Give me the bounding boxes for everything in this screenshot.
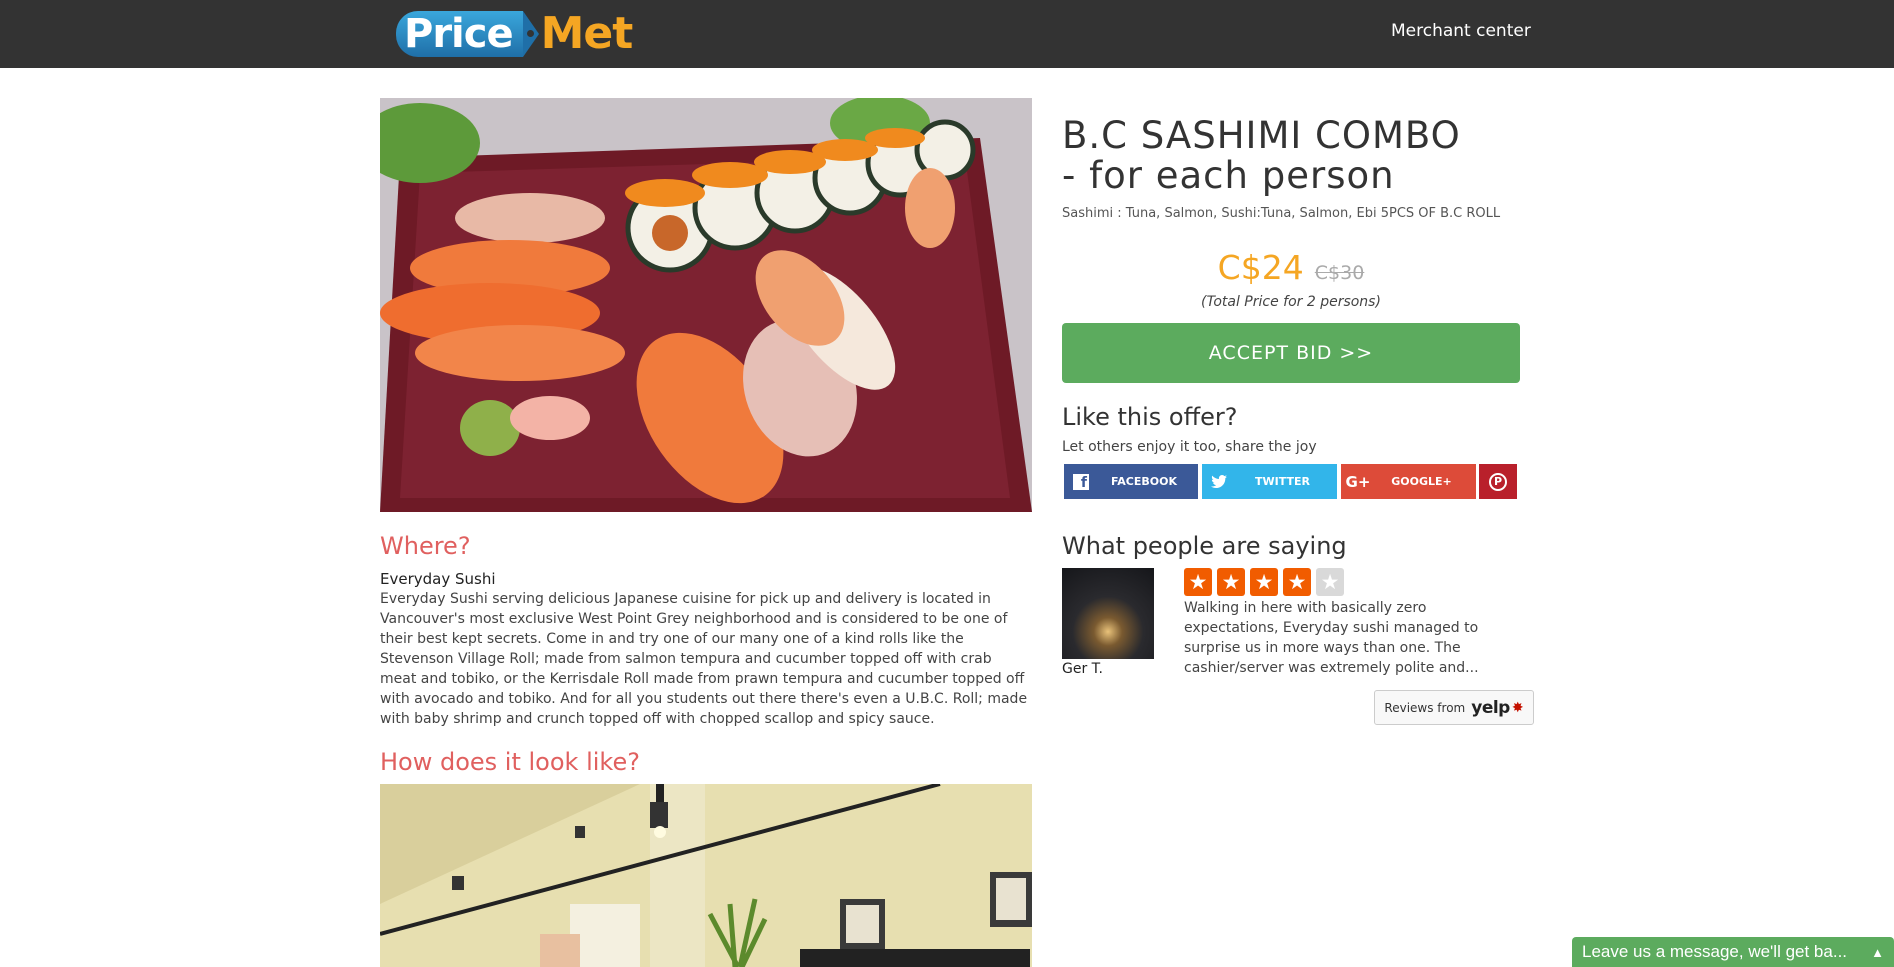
star-icon: ★ (1316, 568, 1344, 596)
price-row: C$24 C$30 (1062, 248, 1520, 287)
chat-widget-bar[interactable]: Leave us a message, we'll get ba... ▲ (1572, 937, 1894, 967)
price-note: (Total Price for 2 persons) (1201, 294, 1381, 310)
merchant-center-link[interactable]: Merchant center (1391, 21, 1531, 41)
star-icon: ★ (1217, 568, 1245, 596)
business-name: Everyday Sushi (380, 570, 496, 588)
review-text: Walking in here with basically zero expe… (1184, 600, 1479, 676)
price-original: C$30 (1314, 262, 1365, 284)
logo-met-text: Met (540, 8, 634, 59)
reviewer-name: Ger T. (1062, 661, 1104, 677)
where-heading: Where? (380, 532, 471, 560)
google-plus-icon: G+ (1345, 472, 1371, 491)
look-heading: How does it look like? (380, 748, 640, 776)
share-google-plus-label: GOOGLE+ (1391, 475, 1452, 488)
deal-subtitle: Sashimi : Tuna, Salmon, Sushi:Tuna, Salm… (1062, 206, 1501, 221)
chat-message-label: Leave us a message, we'll get ba... (1582, 942, 1848, 961)
deal-photo (380, 98, 1032, 512)
twitter-icon (1202, 464, 1236, 499)
star-rating: ★ ★ ★ ★ ★ (1184, 568, 1344, 596)
share-twitter-label: TWITTER (1255, 475, 1310, 488)
share-facebook-button[interactable]: f FACEBOOK (1064, 464, 1198, 499)
like-offer-heading: Like this offer? (1062, 403, 1238, 431)
logo-price-text: Price (396, 11, 523, 57)
restaurant-interior-photo (380, 784, 1032, 967)
restaurant-interior-illustration (380, 784, 1032, 967)
sashimi-plate-illustration (380, 98, 1032, 512)
yelp-logo-text: yelp (1471, 697, 1510, 718)
yelp-reviews-button[interactable]: Reviews from yelp ✸ (1374, 690, 1534, 725)
share-pinterest-button[interactable]: P (1479, 464, 1517, 499)
accept-bid-button[interactable]: ACCEPT BID >> (1062, 323, 1520, 383)
reviewer-avatar (1062, 568, 1154, 659)
share-google-plus-button[interactable]: G+ GOOGLE+ (1341, 464, 1476, 499)
share-facebook-label: FACEBOOK (1111, 475, 1177, 488)
star-icon: ★ (1283, 568, 1311, 596)
business-description: Everyday Sushi serving delicious Japanes… (380, 591, 1028, 727)
star-icon: ★ (1184, 568, 1212, 596)
chevron-up-icon: ▲ (1871, 944, 1884, 960)
star-icon: ★ (1250, 568, 1278, 596)
price-current: C$24 (1217, 248, 1304, 287)
share-twitter-button[interactable]: TWITTER (1202, 464, 1337, 499)
pinterest-icon: P (1489, 472, 1507, 491)
reviews-heading: What people are saying (1062, 532, 1347, 560)
price-tag-icon (522, 11, 539, 57)
share-subheading: Let others enjoy it too, share the joy (1062, 439, 1317, 455)
deal-title: B.C SASHIMI COMBO - for each person (1062, 114, 1461, 197)
yelp-burst-icon: ✸ (1511, 699, 1524, 716)
top-navbar: Price Met Merchant center (0, 0, 1894, 68)
yelp-from-label: Reviews from (1384, 700, 1466, 715)
pricemet-logo[interactable]: Price Met (396, 8, 634, 59)
facebook-icon: f (1064, 464, 1098, 499)
